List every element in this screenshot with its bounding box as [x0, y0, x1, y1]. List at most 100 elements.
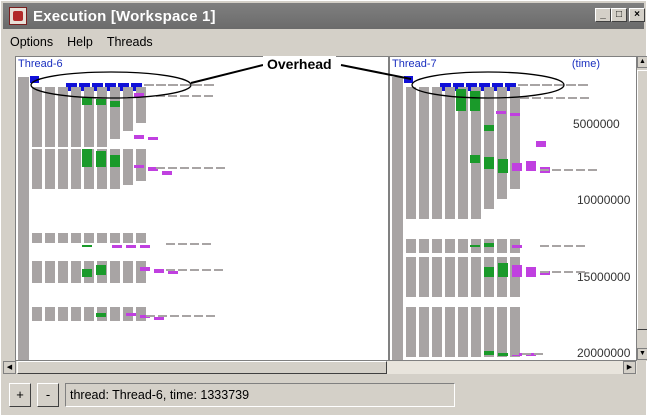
trace-column [97, 233, 107, 243]
trace-dash [146, 315, 155, 317]
trace-green [82, 269, 92, 277]
trace-dash [564, 169, 573, 171]
trace-magenta [154, 317, 164, 320]
trace-magenta [134, 135, 144, 139]
vertical-scroll-thumb[interactable] [637, 70, 647, 330]
trace-magenta [168, 271, 178, 274]
trace-column [406, 257, 416, 297]
trace-column [123, 87, 133, 131]
trace-dash [168, 84, 178, 86]
trace-dash [552, 169, 561, 171]
thread-label-left: Thread-6 [18, 58, 63, 70]
zoom-in-button[interactable]: + [9, 383, 31, 407]
menu-threads[interactable]: Threads [100, 35, 160, 49]
trace-magenta [126, 245, 136, 248]
maximize-button[interactable]: □ [611, 8, 627, 22]
zoom-out-button[interactable]: - [37, 383, 59, 407]
trace-column [458, 239, 468, 253]
trace-column [45, 87, 55, 147]
trace-dash [192, 95, 201, 97]
minimize-button[interactable]: _ [595, 8, 611, 22]
trace-magenta [134, 165, 144, 168]
trace-dash [564, 245, 573, 247]
horizontal-scrollbar[interactable]: ◀ ▶ [3, 361, 637, 374]
trace-green [82, 245, 92, 247]
trace-column [510, 257, 520, 297]
trace-green [484, 267, 494, 277]
trace-column [445, 307, 455, 357]
trace-dash [552, 271, 561, 273]
trace-column [445, 239, 455, 253]
trace-green [96, 265, 106, 275]
trace-dash [166, 269, 175, 271]
trace-magenta [512, 245, 522, 248]
scroll-left-arrow-icon[interactable]: ◀ [3, 361, 16, 374]
trace-dash [214, 269, 223, 271]
trace-green [498, 263, 508, 277]
trace-dash [544, 97, 553, 99]
trace-magenta [140, 267, 150, 271]
trace-magenta [126, 313, 136, 316]
close-button[interactable]: × [629, 8, 645, 22]
trace-column [84, 233, 94, 243]
trace-column [484, 307, 494, 357]
trace-column [497, 307, 507, 357]
trace-column [471, 307, 481, 357]
trace-column [406, 239, 416, 253]
trace-dash [192, 167, 201, 169]
trace-column [510, 87, 520, 151]
trace-dash [206, 315, 215, 317]
trace-column [432, 307, 442, 357]
trace-column [497, 149, 507, 199]
trace-magenta [512, 265, 522, 277]
trace-dash [170, 315, 179, 317]
trace-green [470, 91, 480, 111]
trace-column [419, 239, 429, 253]
trace-magenta [512, 163, 522, 171]
trace-dash [540, 271, 549, 273]
trace-dash [204, 167, 213, 169]
vertical-scrollbar[interactable]: ▲ ▼ [637, 56, 647, 361]
trace-column [45, 233, 55, 243]
scroll-down-arrow-icon[interactable]: ▼ [637, 348, 647, 360]
thread-label-right: Thread-7 [392, 58, 437, 70]
trace-green [470, 155, 480, 163]
trace-dash [168, 95, 177, 97]
trace-column [58, 307, 68, 321]
trace-column [136, 233, 146, 243]
trace-dash [576, 271, 585, 273]
trace-dash [216, 167, 225, 169]
trace-column [432, 149, 442, 219]
thread-panel-right[interactable]: Thread-7 (time) 5000000 10000000 1500000… [389, 56, 637, 361]
trace-column [45, 149, 55, 189]
trace-column [58, 233, 68, 243]
trace-column [32, 261, 42, 283]
trace-green [470, 245, 480, 247]
trace-magenta [154, 269, 164, 273]
trace-dash [178, 269, 187, 271]
menu-options[interactable]: Options [3, 35, 60, 49]
trace-dash [540, 245, 549, 247]
title-bar[interactable]: Execution [Workspace 1] _ □ × [3, 3, 645, 29]
trace-column [471, 257, 481, 297]
time-tick-label: 10000000 [576, 193, 632, 207]
scroll-up-arrow-icon[interactable]: ▲ [637, 56, 647, 68]
horizontal-scroll-thumb[interactable] [17, 361, 387, 374]
time-tick-label: 20000000 [576, 346, 632, 360]
trace-dash [202, 243, 211, 245]
trace-dash [518, 84, 528, 86]
trace-magenta [526, 161, 536, 171]
trace-column [97, 87, 107, 147]
trace-magenta [148, 137, 158, 140]
menu-help[interactable]: Help [60, 35, 100, 49]
trace-column [32, 307, 42, 321]
trace-column [71, 87, 81, 147]
thread-panel-left[interactable]: Thread-6 [15, 56, 389, 361]
trace-column [432, 257, 442, 297]
trace-column [110, 307, 120, 321]
trace-dash [192, 84, 202, 86]
trace-green [498, 159, 508, 173]
trace-column [458, 149, 468, 219]
scroll-right-arrow-icon[interactable]: ▶ [623, 361, 636, 374]
menu-bar: Options Help Threads [3, 31, 644, 53]
